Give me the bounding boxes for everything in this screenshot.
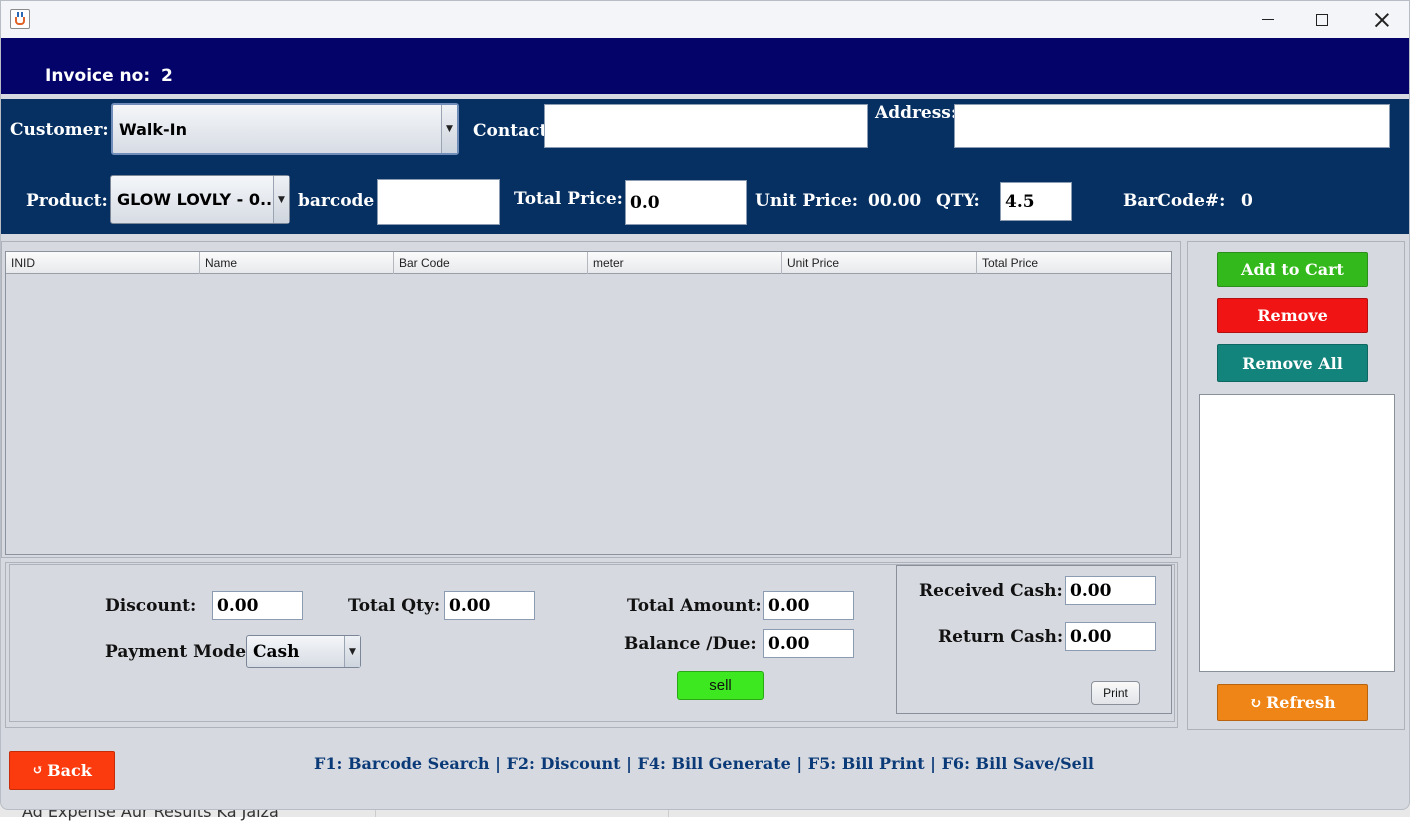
invoice-number: 2: [161, 66, 173, 86]
column-header-inid[interactable]: INID: [6, 252, 200, 274]
barcode-number-label: BarCode#:: [1123, 191, 1226, 211]
cart-table[interactable]: INID Name Bar Code meter Unit Price Tota…: [5, 251, 1172, 555]
maximize-button[interactable]: [1293, 1, 1351, 38]
minimize-button[interactable]: [1239, 1, 1297, 38]
return-cash-field[interactable]: 0.00: [1065, 622, 1156, 651]
print-button[interactable]: Print: [1091, 681, 1140, 705]
total-qty-field[interactable]: 0.00: [444, 591, 535, 620]
total-amount-field[interactable]: 0.00: [763, 591, 854, 620]
column-header-unit-price[interactable]: Unit Price: [782, 252, 977, 274]
received-cash-label: Received Cash:: [919, 581, 1063, 601]
balance-due-label: Balance /Due:: [624, 634, 757, 654]
customer-label: Customer:: [10, 120, 109, 140]
minimize-icon: [1262, 18, 1274, 21]
invoice-header: Invoice no: 2: [1, 38, 1409, 94]
customer-product-form: Customer: Walk-In ▼ Contact: Address: Pr…: [1, 99, 1409, 234]
column-header-name[interactable]: Name: [200, 252, 394, 274]
maximize-icon: [1316, 13, 1328, 26]
total-amount-label: Total Amount:: [627, 596, 762, 616]
barcode-label: barcode: [298, 191, 375, 211]
customer-dropdown[interactable]: Walk-In ▼: [111, 103, 459, 155]
discount-field[interactable]: 0.00: [212, 591, 303, 620]
side-list[interactable]: [1199, 394, 1395, 672]
refresh-label: Refresh: [1265, 693, 1336, 712]
total-price-field[interactable]: 0.0: [625, 180, 747, 225]
app-window: Invoice no: 2 Customer: Walk-In ▼ Contac…: [0, 0, 1410, 810]
discount-label: Discount:: [105, 596, 197, 616]
balance-due-field[interactable]: 0.00: [763, 629, 854, 658]
refresh-icon: ↻: [1249, 693, 1262, 712]
payment-mode-value: Cash: [253, 641, 300, 662]
customer-value: Walk-In: [119, 119, 187, 139]
unit-price-value: 00.00: [868, 191, 922, 211]
product-value: GLOW LOVLY - 0...: [117, 190, 279, 209]
table-header: INID Name Bar Code meter Unit Price Tota…: [6, 252, 1171, 274]
contact-label: Contact:: [473, 121, 554, 141]
qty-field[interactable]: 4.5: [1000, 182, 1072, 221]
payment-mode-dropdown[interactable]: Cash ▼: [246, 635, 361, 668]
remove-button[interactable]: Remove: [1217, 298, 1368, 333]
total-price-label: Total Price:: [514, 189, 623, 209]
back-button[interactable]: ↺ Back: [9, 751, 115, 790]
barcode-input[interactable]: [377, 179, 500, 225]
back-arrow-icon: ↺: [32, 763, 44, 778]
product-dropdown[interactable]: GLOW LOVLY - 0... ▼: [110, 175, 290, 224]
address-label: Address:: [875, 103, 958, 123]
return-cash-label: Return Cash:: [938, 627, 1064, 647]
invoice-label: Invoice no:: [45, 66, 151, 86]
chevron-down-icon[interactable]: ▼: [273, 176, 289, 223]
product-label: Product:: [26, 191, 108, 211]
close-button[interactable]: [1353, 1, 1409, 38]
column-header-barcode[interactable]: Bar Code: [394, 252, 588, 274]
chevron-down-icon[interactable]: ▼: [344, 636, 360, 667]
payment-mode-label: Payment Mode:: [105, 642, 253, 662]
keyboard-shortcuts-hint: F1: Barcode Search | F2: Discount | F4: …: [314, 754, 1094, 773]
refresh-button[interactable]: ↻ Refresh: [1217, 684, 1368, 721]
sell-button[interactable]: sell: [677, 671, 764, 700]
chevron-down-icon[interactable]: ▼: [441, 105, 457, 153]
contact-field[interactable]: [544, 104, 868, 148]
title-bar: [1, 1, 1409, 38]
address-field[interactable]: [954, 104, 1390, 148]
add-to-cart-button[interactable]: Add to Cart: [1217, 252, 1368, 287]
java-cup-icon: [10, 9, 30, 29]
unit-price-label: Unit Price:: [755, 191, 859, 211]
barcode-number-value: 0: [1241, 191, 1253, 211]
column-header-total-price[interactable]: Total Price: [977, 252, 1171, 274]
column-header-meter[interactable]: meter: [588, 252, 782, 274]
remove-all-button[interactable]: Remove All: [1217, 344, 1368, 382]
total-qty-label: Total Qty:: [348, 596, 441, 616]
back-label: Back: [47, 761, 92, 780]
qty-label: QTY:: [936, 191, 980, 211]
received-cash-field[interactable]: 0.00: [1065, 576, 1156, 605]
close-icon: [1375, 13, 1389, 27]
